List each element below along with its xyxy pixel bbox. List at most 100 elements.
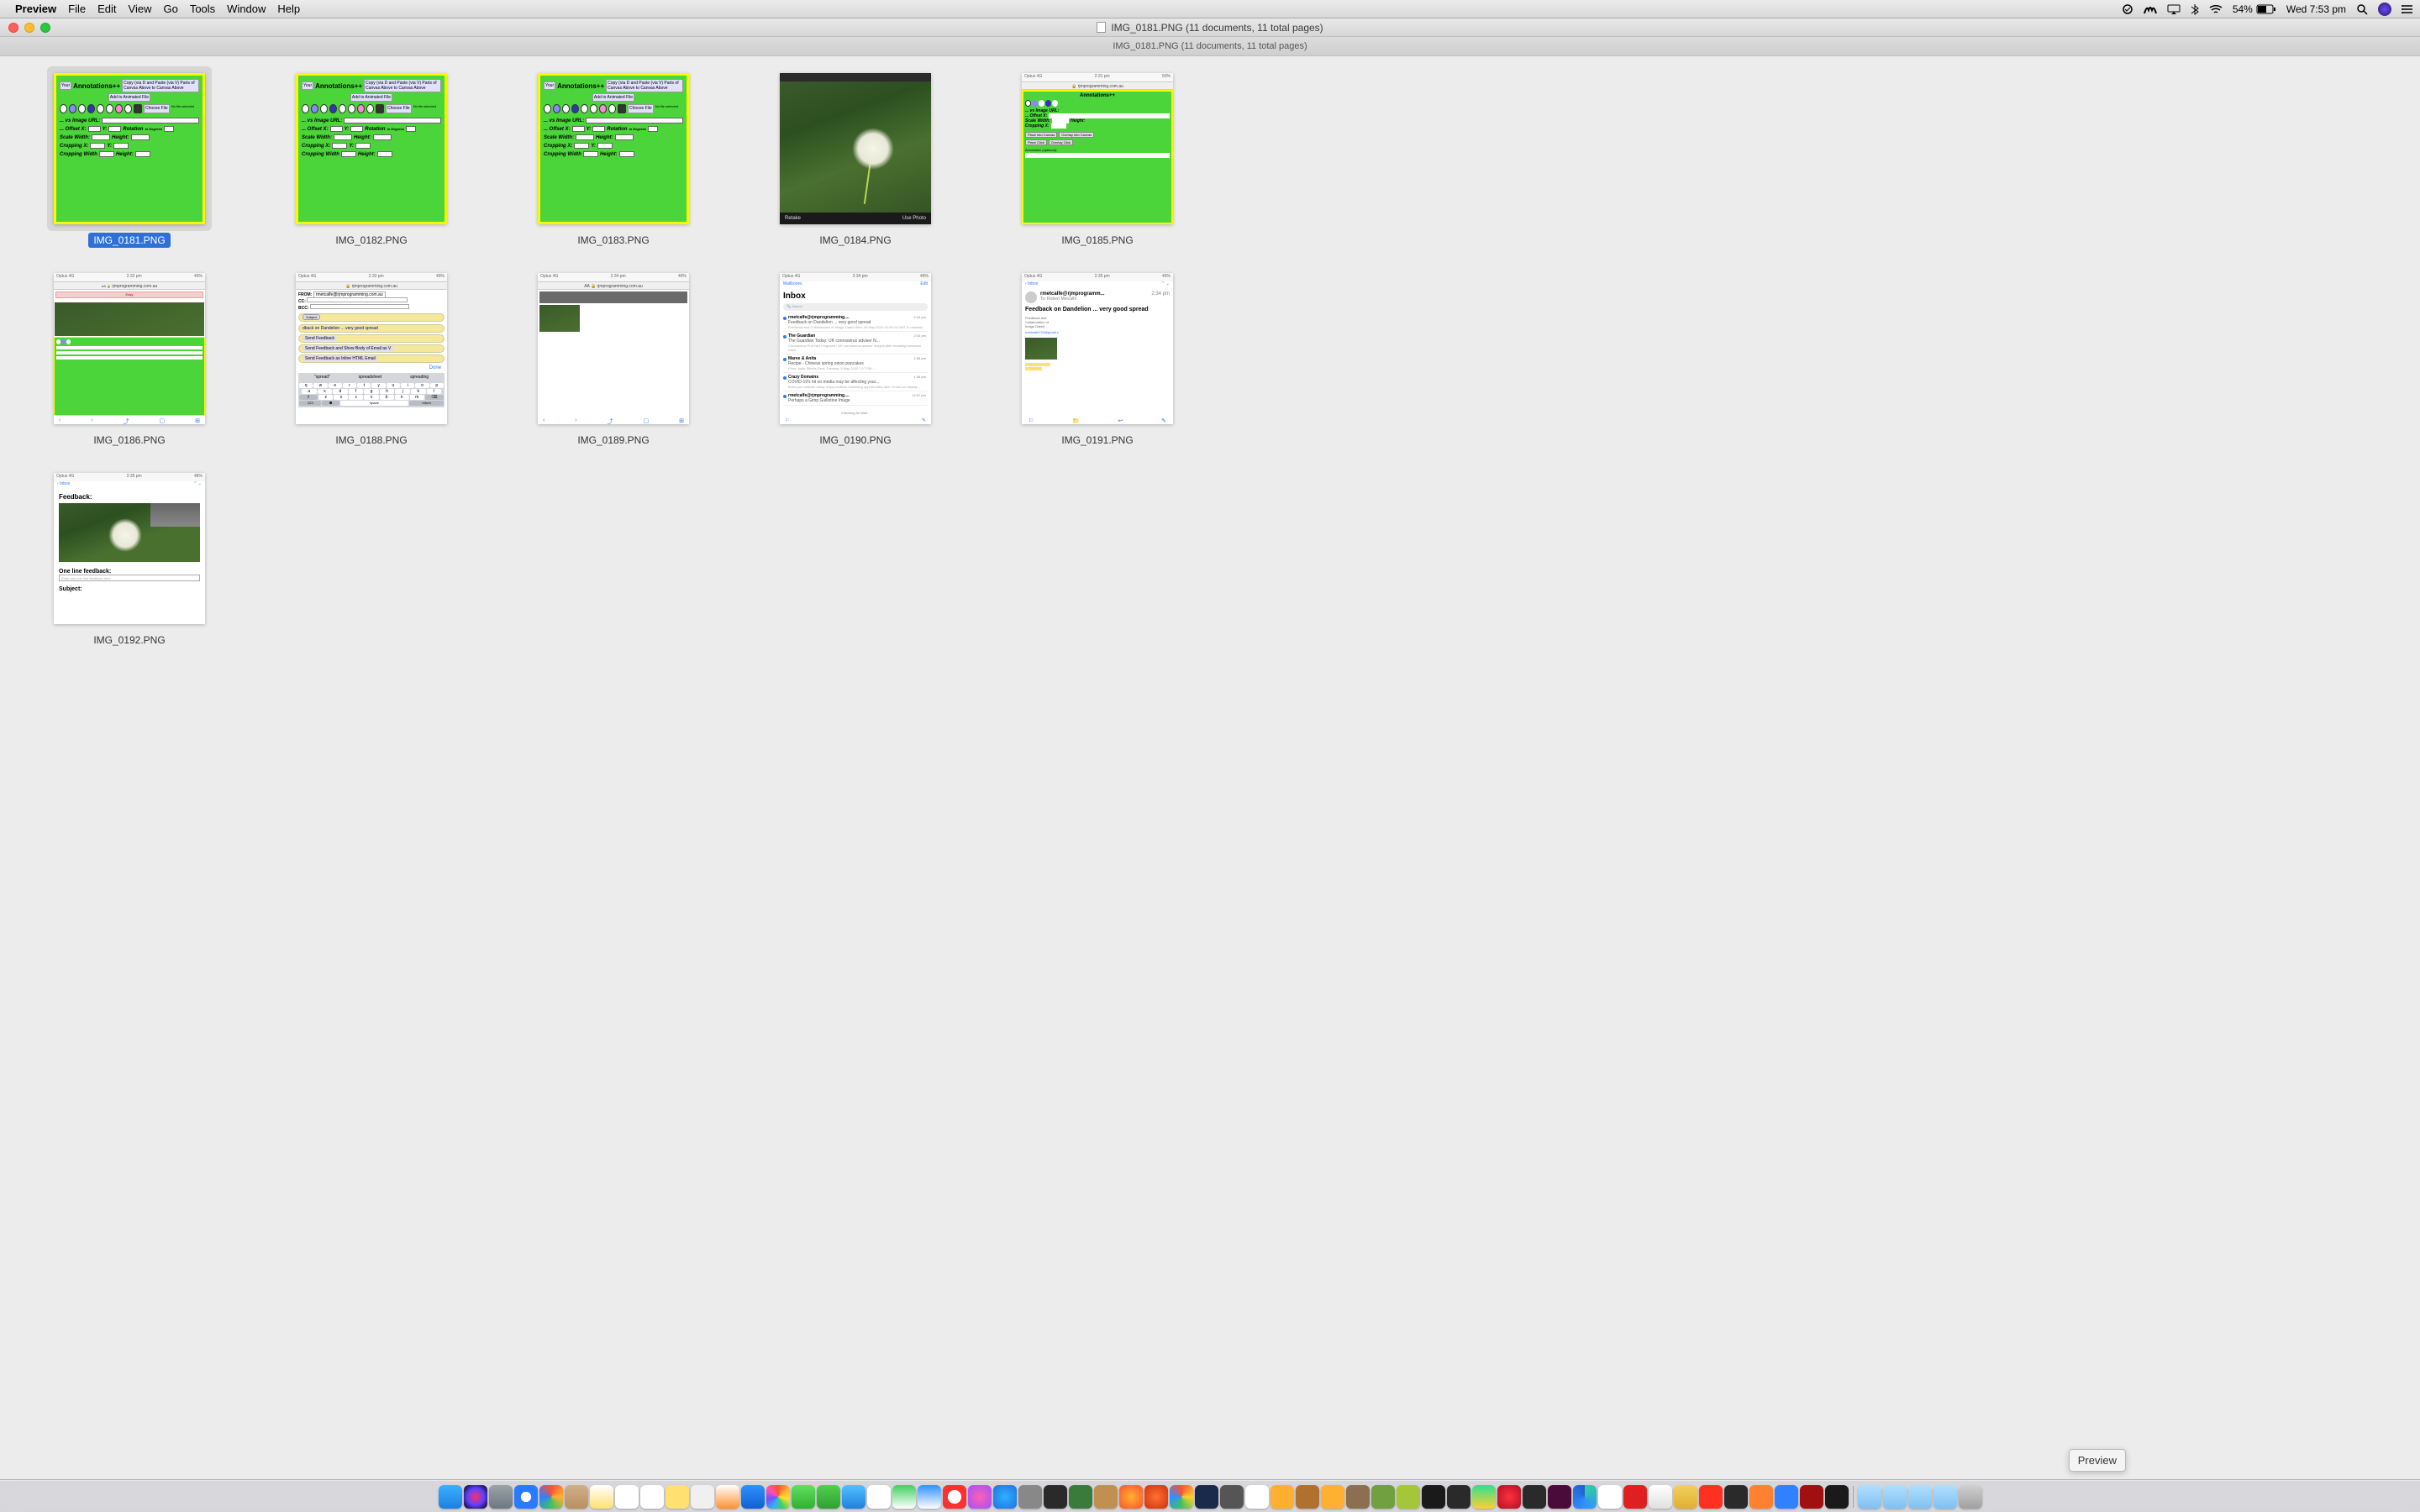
dock-icon-numbers[interactable] bbox=[892, 1485, 916, 1509]
thumbnail-filename[interactable]: IMG_0182.PNG bbox=[330, 233, 412, 248]
thumbnail-image[interactable]: Optus 4G2:35 pm48% ‹ Inbox⌃ ⌄ Feedback: … bbox=[54, 473, 205, 624]
dock-icon-opera[interactable] bbox=[1497, 1485, 1521, 1509]
dock-icon-filezilla2[interactable] bbox=[1699, 1485, 1723, 1509]
dock-icon-contacts[interactable] bbox=[565, 1485, 588, 1509]
dock-icon-photos[interactable] bbox=[766, 1485, 790, 1509]
thumbnail-image[interactable]: Optus 4G2:34 pm49% MailboxesEdit Inbox 🔍… bbox=[780, 273, 931, 424]
dock-icon-gimp[interactable] bbox=[1346, 1485, 1370, 1509]
dock-icon-dashboard[interactable] bbox=[539, 1485, 563, 1509]
dock-icon-itunes[interactable] bbox=[968, 1485, 992, 1509]
dock-icon-zoom[interactable] bbox=[1775, 1485, 1798, 1509]
thumbnail-filename[interactable]: IMG_0186.PNG bbox=[88, 433, 170, 448]
dock-icon-settings[interactable] bbox=[1220, 1485, 1244, 1509]
dock-icon-siri[interactable] bbox=[464, 1485, 487, 1509]
thumbnail-image[interactable]: Your Annotations++ Copy (via D and Paste… bbox=[538, 73, 689, 224]
thumbnail-image[interactable]: Optus 4G2:34 pm49% AA 🔒 rjmprogramming.c… bbox=[538, 273, 689, 424]
window-titlebar[interactable]: IMG_0181.PNG (11 documents, 11 total pag… bbox=[0, 18, 2420, 37]
dock-icon-bug[interactable] bbox=[1069, 1485, 1092, 1509]
dock-icon-stickies[interactable] bbox=[666, 1485, 689, 1509]
dock-icon-calendar[interactable] bbox=[640, 1485, 664, 1509]
thumbnail-filename[interactable]: IMG_0189.PNG bbox=[572, 433, 654, 448]
dock-icon-gimp2[interactable] bbox=[1371, 1485, 1395, 1509]
thumbnail-grid-area[interactable]: Your Annotations++ Copy (via D and Paste… bbox=[0, 56, 2420, 1479]
dock-icon-keynote[interactable] bbox=[918, 1485, 941, 1509]
status-item-icon[interactable] bbox=[2122, 3, 2133, 15]
dock-icon-appstore[interactable] bbox=[993, 1485, 1017, 1509]
menu-help[interactable]: Help bbox=[277, 3, 300, 15]
dock-icon-word[interactable] bbox=[1296, 1485, 1319, 1509]
thumbnail-filename[interactable]: IMG_0192.PNG bbox=[88, 633, 170, 648]
dock-icon-slack[interactable] bbox=[1598, 1485, 1622, 1509]
dock-icon-trash[interactable] bbox=[1959, 1485, 1982, 1509]
dock-icon-finder2[interactable] bbox=[1674, 1485, 1697, 1509]
thumbnail-item[interactable]: Optus 4G2:33 pm49% 🔒 rjmprogramming.com.… bbox=[267, 273, 476, 448]
menu-edit[interactable]: Edit bbox=[97, 3, 116, 15]
dock-icon-edge[interactable] bbox=[1573, 1485, 1597, 1509]
dock-icon-android[interactable] bbox=[1397, 1485, 1420, 1509]
thumbnail-item[interactable]: Optus 4G2:34 pm49% AA 🔒 rjmprogramming.c… bbox=[509, 273, 718, 448]
menu-go[interactable]: Go bbox=[163, 3, 177, 15]
bluetooth-icon[interactable] bbox=[2191, 3, 2199, 15]
dock-icon-preview[interactable] bbox=[1649, 1485, 1672, 1509]
dock-icon-panda[interactable] bbox=[1245, 1485, 1269, 1509]
thumbnail-item[interactable]: Your Annotations++ Copy (via D and Paste… bbox=[509, 73, 718, 248]
dock-icon-m[interactable] bbox=[1270, 1485, 1294, 1509]
dock-icon-folder4[interactable] bbox=[1933, 1485, 1957, 1509]
thumbnail-item[interactable]: Your Annotations++ Copy (via D and Paste… bbox=[267, 73, 476, 248]
dock-icon-chrome[interactable] bbox=[1170, 1485, 1193, 1509]
dock-icon-flipboard[interactable] bbox=[1623, 1485, 1647, 1509]
thumbnail-image[interactable]: RetakeUse Photo bbox=[780, 73, 931, 224]
thumbnail-item[interactable]: Optus 4G2:35 pm49% ‹ Inbox⌃ ⌄ rmetcalfe@… bbox=[993, 273, 1202, 448]
thumbnail-item[interactable]: Optus 4G2:34 pm49% MailboxesEdit Inbox 🔍… bbox=[751, 273, 960, 448]
dock-icon-launchpad[interactable] bbox=[489, 1485, 513, 1509]
close-button[interactable] bbox=[8, 23, 18, 33]
dock-icon-photoshop[interactable] bbox=[1195, 1485, 1218, 1509]
thumbnail-image[interactable]: Your Annotations++ Copy (via D and Paste… bbox=[54, 73, 205, 224]
malwarebytes-icon[interactable] bbox=[2144, 3, 2157, 15]
thumbnail-filename[interactable]: IMG_0188.PNG bbox=[330, 433, 412, 448]
menu-window[interactable]: Window bbox=[227, 3, 266, 15]
thumbnail-item[interactable]: Optus 4G2:31 pm50% 🔒 rjmprogramming.com.… bbox=[993, 73, 1202, 248]
battery-status[interactable]: 54% bbox=[2233, 3, 2276, 15]
thumbnail-image[interactable]: Optus 4G2:33 pm49% 🔒 rjmprogramming.com.… bbox=[296, 273, 447, 424]
thumbnail-item[interactable]: Optus 4G2:35 pm48% ‹ Inbox⌃ ⌄ Feedback: … bbox=[25, 473, 234, 648]
dock-icon-books[interactable] bbox=[1749, 1485, 1773, 1509]
dock-icon-folder1[interactable] bbox=[1858, 1485, 1881, 1509]
dock-icon-filezilla[interactable] bbox=[867, 1485, 891, 1509]
menu-file[interactable]: File bbox=[68, 3, 86, 15]
siri-icon[interactable] bbox=[2378, 3, 2391, 16]
tab-bar[interactable]: IMG_0181.PNG (11 documents, 11 total pag… bbox=[0, 37, 2420, 56]
wifi-icon[interactable] bbox=[2209, 4, 2223, 14]
dock-icon-xd[interactable] bbox=[1548, 1485, 1571, 1509]
dock-icon-audacity[interactable] bbox=[1321, 1485, 1344, 1509]
thumbnail-image[interactable]: Your Annotations++ Copy (via D and Paste… bbox=[296, 73, 447, 224]
thumbnail-filename[interactable]: IMG_0191.PNG bbox=[1056, 433, 1138, 448]
thumbnail-filename[interactable]: IMG_0181.PNG bbox=[88, 233, 170, 248]
dock-icon-terminal[interactable] bbox=[1044, 1485, 1067, 1509]
zoom-button[interactable] bbox=[40, 23, 50, 33]
dock-icon-flash[interactable] bbox=[1800, 1485, 1823, 1509]
dock-icon-f[interactable] bbox=[1724, 1485, 1748, 1509]
dock-icon-warn[interactable] bbox=[1825, 1485, 1849, 1509]
dock-icon-pages[interactable] bbox=[716, 1485, 739, 1509]
dock-icon-reminders[interactable] bbox=[615, 1485, 639, 1509]
thumbnail-filename[interactable]: IMG_0184.PNG bbox=[814, 233, 896, 248]
dock-icon-firefox[interactable] bbox=[1119, 1485, 1143, 1509]
dock-icon-prohibit[interactable] bbox=[943, 1485, 966, 1509]
dock-icon-finder[interactable] bbox=[439, 1485, 462, 1509]
app-name-menu[interactable]: Preview bbox=[15, 3, 56, 15]
thumbnail-filename[interactable]: IMG_0190.PNG bbox=[814, 433, 896, 448]
dock-icon-terminal2[interactable] bbox=[1422, 1485, 1445, 1509]
dock-icon-notes[interactable] bbox=[590, 1485, 613, 1509]
dock-icon-automator[interactable] bbox=[1018, 1485, 1042, 1509]
spotlight-icon[interactable] bbox=[2356, 3, 2368, 15]
dock-icon-folder2[interactable] bbox=[1883, 1485, 1907, 1509]
dock-icon-textedit[interactable] bbox=[691, 1485, 714, 1509]
thumbnail-filename[interactable]: IMG_0183.PNG bbox=[572, 233, 654, 248]
dock-icon-obs[interactable] bbox=[1523, 1485, 1546, 1509]
dock-icon-box[interactable] bbox=[1094, 1485, 1118, 1509]
menu-tools[interactable]: Tools bbox=[190, 3, 215, 15]
dock-icon-firefox2[interactable] bbox=[1144, 1485, 1168, 1509]
thumbnail-item[interactable]: Your Annotations++ Copy (via D and Paste… bbox=[25, 73, 234, 248]
thumbnail-filename[interactable]: IMG_0185.PNG bbox=[1056, 233, 1138, 248]
